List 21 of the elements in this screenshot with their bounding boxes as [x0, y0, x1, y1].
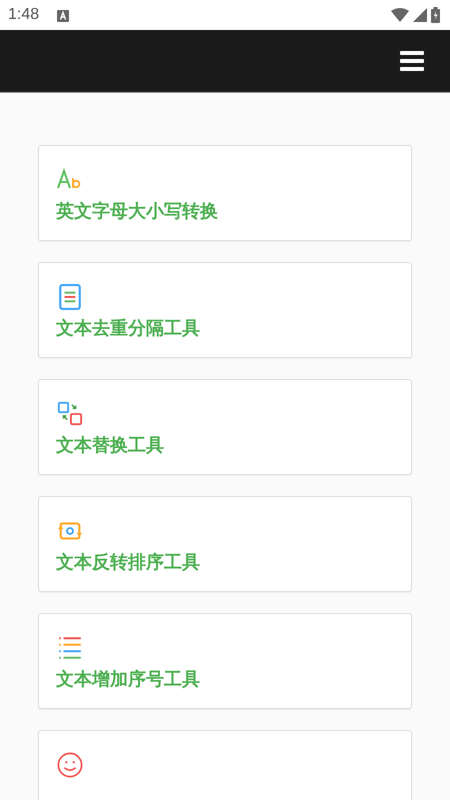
tool-card[interactable]: 文本替换工具 [38, 379, 412, 475]
wifi-icon [391, 8, 409, 22]
tool-title: 英文字母大小写转换 [56, 200, 218, 224]
tool-title: 文本反转排序工具 [56, 551, 200, 575]
tool-title: 文本替换工具 [56, 434, 164, 458]
keyboard-notification-icon [57, 10, 70, 22]
menu-icon [400, 51, 424, 71]
tool-title: 文本去重分隔工具 [56, 317, 200, 341]
battery-icon [431, 7, 440, 23]
tool-card[interactable]: 文本反转排序工具 [38, 496, 412, 592]
status-time: 1:48 [8, 6, 40, 24]
tool-card[interactable]: 英文字母大小写转换 [38, 145, 412, 241]
tool-card[interactable]: 文本增加序号工具 [38, 613, 412, 709]
list-icon [56, 635, 84, 661]
signal-icon [413, 8, 427, 22]
tool-card[interactable]: 文本去重分隔工具 [38, 262, 412, 358]
tool-title: 文本增加序号工具 [56, 668, 200, 692]
menu-button[interactable] [400, 51, 424, 71]
document-icon [56, 284, 84, 310]
smiley-icon [56, 752, 84, 778]
swap-icon [56, 401, 84, 427]
